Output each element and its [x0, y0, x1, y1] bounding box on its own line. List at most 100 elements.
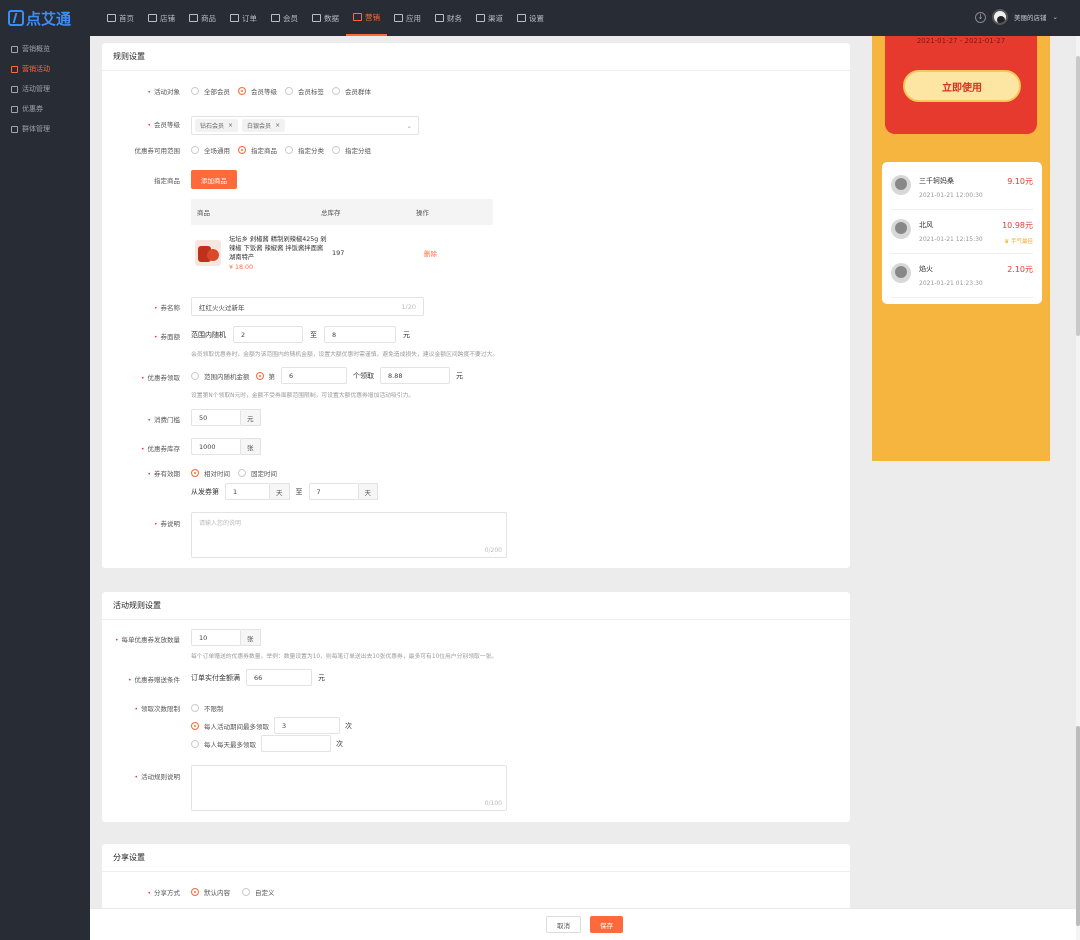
claim-amount-input[interactable]: 8.88: [380, 367, 450, 384]
unit-addon: 天: [358, 483, 378, 500]
rules-description-textarea[interactable]: 0/100: [191, 765, 507, 811]
nav-goods[interactable]: 商品: [182, 0, 223, 36]
add-goods-button[interactable]: 添加商品: [191, 170, 237, 189]
radio-label: 指定商品: [251, 147, 277, 155]
nav-data[interactable]: 数据: [305, 0, 346, 36]
amount-min-input[interactable]: 2: [233, 326, 303, 343]
use-now-button[interactable]: 立即使用: [903, 70, 1021, 102]
nav-order[interactable]: 订单: [223, 0, 264, 36]
required-mark: •: [153, 521, 158, 528]
radio-label: 自定义: [255, 889, 275, 897]
user-menu[interactable]: ↓ 美丽的店铺 ⌄: [975, 9, 1058, 25]
radio-no-limit[interactable]: 不限制: [191, 703, 224, 713]
sidebar-item-coupon[interactable]: 优惠券: [0, 99, 90, 119]
required-mark: •: [147, 890, 151, 897]
limit-daily-input[interactable]: [261, 735, 331, 752]
radio-scope-group[interactable]: 指定分组: [332, 145, 371, 155]
claim-records-card: 三千轲妈桑 2021-01-21 12:00:30 9.10元 北风 2021-…: [882, 162, 1042, 304]
required-mark: •: [127, 677, 132, 684]
sidebar-item-group[interactable]: 群体管理: [0, 119, 90, 139]
radio-icon: [191, 146, 199, 154]
radio-limit-daily[interactable]: 每人每天最多领取: [191, 739, 256, 749]
sidebar-item-activities[interactable]: 营销活动: [0, 59, 90, 79]
close-icon[interactable]: ×: [275, 122, 280, 129]
amount-max-input[interactable]: 8: [324, 326, 396, 343]
user-name[interactable]: 美丽的店铺: [1014, 12, 1047, 22]
label-text: 券名称: [160, 304, 181, 312]
scrollbar-thumb[interactable]: [1076, 56, 1080, 336]
nav-finance[interactable]: 财务: [428, 0, 469, 36]
sidebar-item-overview[interactable]: 营销概览: [0, 39, 90, 59]
validity-to-group: 7 天: [308, 483, 378, 500]
field-label: • 会员等级: [147, 119, 180, 129]
field-label: 指定商品: [154, 175, 180, 185]
claim-nth-input[interactable]: 6: [281, 367, 347, 384]
radio-share-custom[interactable]: 自定义: [242, 887, 275, 897]
radio-claim-random[interactable]: 范围内随机金额: [191, 371, 250, 381]
radio-member-level[interactable]: 会员等级: [238, 86, 277, 96]
chevron-down-icon: ⌄: [1052, 13, 1058, 21]
nav-channel[interactable]: 渠道: [469, 0, 510, 36]
scrollbar-thumb[interactable]: [1076, 726, 1080, 926]
nav-settings[interactable]: 设置: [510, 0, 551, 36]
radio-relative-time[interactable]: 相对时间: [191, 468, 230, 478]
label-text: 活动规则说明: [141, 773, 180, 781]
radio-icon: [191, 371, 199, 380]
radio-member-group[interactable]: 会员群体: [332, 86, 371, 96]
product-name: 坛坛乡 剁椒酱 精制剁辣椒425g 剁辣椒 下饭酱 辣椒酱 拌饭酱拌面酱 湖南特…: [229, 236, 327, 261]
download-icon[interactable]: ↓: [975, 11, 987, 23]
app-logo[interactable]: 点艾通: [8, 8, 71, 28]
radio-scope-goods[interactable]: 指定商品: [238, 145, 277, 155]
product-info: 坛坛乡 剁椒酱 精制剁辣椒425g 剁辣椒 下饭酱 辣椒酱 拌饭酱拌面酱 湖南特…: [229, 235, 329, 271]
per-order-input[interactable]: 10: [191, 629, 241, 646]
char-counter: 0/200: [484, 547, 502, 554]
nav-label: 财务: [447, 13, 462, 23]
threshold-input[interactable]: 50: [191, 409, 241, 426]
close-icon[interactable]: ×: [228, 122, 233, 129]
label-text: 券面额: [160, 333, 181, 341]
footer-action-bar: 取消 保存: [90, 908, 1076, 940]
required-mark: •: [153, 334, 158, 341]
condition-input[interactable]: 66: [246, 669, 312, 686]
avatar[interactable]: [992, 9, 1009, 25]
cancel-button[interactable]: 取消: [546, 916, 581, 933]
validity-from-input[interactable]: 1: [225, 483, 270, 500]
label-text: 消费门槛: [154, 416, 180, 424]
radio-share-default[interactable]: 默认内容: [191, 887, 230, 897]
required-mark: •: [153, 305, 158, 312]
field-label: • 券面额: [154, 331, 180, 341]
member-level-select[interactable]: 钻石会员 × 白银会员 × ⌄: [191, 116, 419, 135]
field-label: • 券说明: [154, 518, 180, 528]
coupon-name-input[interactable]: 红红火火过新年 1/20: [191, 297, 424, 316]
nav-marketing[interactable]: 营销: [346, 0, 387, 36]
radio-fixed-time[interactable]: 固定时间: [238, 468, 277, 478]
nav-member[interactable]: 会员: [264, 0, 305, 36]
input-value: 3: [282, 721, 287, 730]
stock-input[interactable]: 1000: [191, 438, 241, 455]
page-scrollbar[interactable]: [1076, 36, 1080, 940]
validity-to-input[interactable]: 7: [308, 483, 359, 500]
radio-claim-nth[interactable]: 第: [255, 371, 275, 381]
table-row: 坛坛乡 剁椒酱 精制剁辣椒425g 剁辣椒 下饭酱 辣椒酱 拌饭酱拌面酱 湖南特…: [191, 225, 493, 281]
delete-link[interactable]: 删除: [424, 248, 437, 258]
limit-period-input[interactable]: 3: [274, 717, 340, 734]
radio-limit-period[interactable]: 每人活动期间最多领取: [191, 721, 269, 731]
coupon-description-textarea[interactable]: 请输入您的说明 0/200: [191, 512, 507, 558]
nav-app[interactable]: 应用: [387, 0, 428, 36]
unit-label: 元: [318, 673, 325, 682]
save-button[interactable]: 保存: [590, 916, 623, 933]
radio-scope-category[interactable]: 指定分类: [285, 145, 324, 155]
radio-all-members[interactable]: 全部会员: [191, 86, 230, 96]
radio-member-tag[interactable]: 会员标签: [285, 86, 324, 96]
range-separator: 至: [295, 487, 303, 496]
unit-label: 次: [336, 739, 343, 748]
radio-scope-all[interactable]: 全场通用: [191, 145, 230, 155]
nav-home[interactable]: 首页: [100, 0, 141, 36]
activity-icon: [11, 85, 18, 93]
radio-icon: [332, 146, 340, 154]
nav-label: 设置: [529, 13, 544, 23]
sidebar-item-activity-manage[interactable]: 活动管理: [0, 79, 90, 99]
range-separator: 至: [310, 330, 317, 339]
nav-store[interactable]: 店铺: [141, 0, 182, 36]
char-counter: 1/20: [401, 302, 416, 311]
